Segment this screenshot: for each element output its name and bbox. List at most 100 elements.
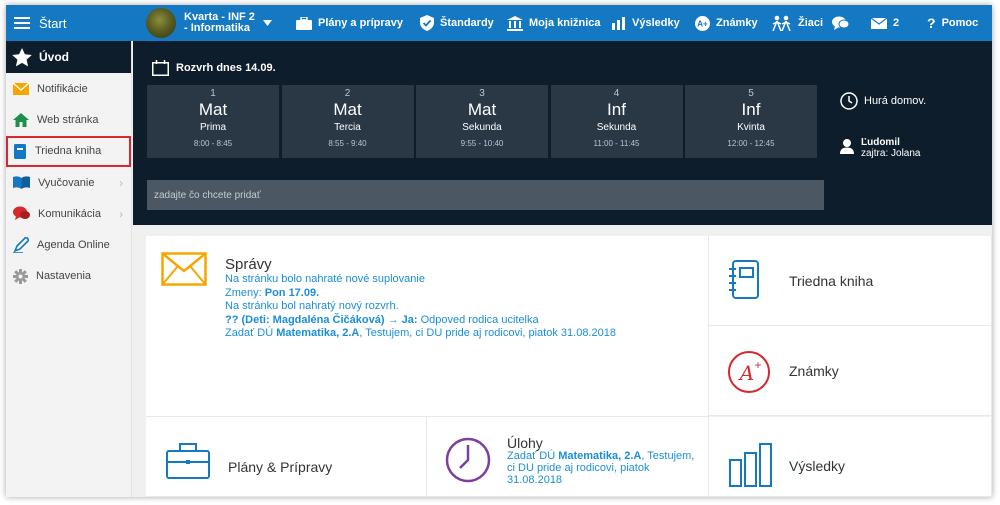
news-text: Zmeny: [225, 286, 265, 299]
plany-card[interactable]: Plány & Prípravy [146, 417, 427, 497]
sidebar-item-triedna-kniha[interactable]: Triedna kniha [6, 135, 131, 167]
star-icon [12, 47, 32, 66]
period-time: 8:00 - 8:45 [193, 139, 233, 148]
nav-kniznica[interactable]: Moja knižnica [507, 5, 601, 41]
help-label: Pomoc [941, 17, 979, 29]
quick-add-input[interactable] [147, 180, 824, 210]
bar-chart-icon [612, 16, 625, 30]
notebook-icon [729, 260, 759, 299]
news-title: Správy [225, 256, 272, 273]
sidebar-item-label: Vyučovanie [38, 176, 95, 189]
period-class: Sekunda [462, 122, 502, 133]
period-subject: Inf [607, 100, 626, 119]
teacher-name: Ľudomil [861, 137, 900, 148]
ulohy-card[interactable]: Úlohy Zadať DÚ Matematika, 2.A, Testujem… [427, 417, 709, 497]
school-logo [146, 8, 176, 38]
news-line[interactable]: Na stránku bol nahratý nový rozvrh. [225, 300, 616, 314]
news-bold-text: ?? (Deti: Magdaléna Čičáková) → Ja: [225, 313, 418, 326]
period-time: 8:55 - 9:40 [328, 139, 367, 148]
nav-ziaci-label: Žiaci [798, 17, 824, 29]
schedule-title: Rozvrh dnes 14.09. [152, 60, 276, 76]
library-icon [507, 15, 523, 31]
school-selector[interactable]: Kvarta - INF 2 - Informatika [146, 5, 272, 41]
mail-icon [871, 17, 887, 29]
briefcase-icon [296, 16, 312, 30]
sidebar-item-nastavenia[interactable]: Nastavenia [6, 261, 131, 292]
school-subject-label: - Informatika [184, 22, 251, 34]
grade-icon: A+ [728, 351, 770, 393]
sidebar-item-label: Nastavenia [36, 270, 92, 283]
period-tile[interactable]: 4 Inf Sekunda 11:00 - 11:45 [550, 85, 683, 158]
mail-button[interactable]: 2 [871, 5, 899, 41]
period-number: 1 [210, 88, 216, 99]
home-time-status: Hurá domov. [840, 92, 926, 110]
nav-plany-label: Plány a prípravy [318, 17, 403, 29]
sidebar-item-komunikacia[interactable]: Komunikácia › [6, 198, 131, 229]
nav-znamky[interactable]: A+ Známky [695, 5, 758, 41]
period-tile[interactable]: 5 Inf Kvinta 12:00 - 12:45 [685, 85, 817, 158]
sidebar-item-vyucovanie[interactable]: Vyučovanie › [6, 167, 131, 198]
clock-icon [840, 92, 858, 110]
news-line[interactable]: Zmeny: Pon 17.09. [225, 287, 616, 301]
svg-text:+: + [754, 358, 761, 372]
sidebar-item-label: Komunikácia [38, 207, 101, 220]
sidebar-item-uvod[interactable]: Úvod [6, 41, 131, 73]
news-content: Správy Na stránku bolo nahraté nové supl… [225, 257, 616, 341]
top-bar: Štart Kvarta - INF 2 - Informatika Plány… [6, 5, 992, 41]
nav-standardy[interactable]: Štandardy [420, 5, 494, 41]
znamky-card[interactable]: A + Známky [709, 326, 992, 416]
book-icon [13, 176, 30, 190]
period-tile[interactable]: 1 Mat Prima 8:00 - 8:45 [147, 85, 279, 158]
nav-vysledky-label: Výsledky [632, 17, 680, 29]
start-menu-button[interactable]: Štart [14, 5, 66, 41]
sidebar-item-label: Notifikácie [37, 82, 88, 95]
nav-vysledky[interactable]: Výsledky [612, 5, 680, 41]
period-number: 5 [748, 88, 754, 99]
nav-kniznica-label: Moja knižnica [529, 17, 601, 29]
grade-icon: A+ [695, 15, 710, 31]
caret-down-icon [262, 20, 272, 26]
chat-icon [832, 16, 850, 30]
nav-ziaci[interactable]: Žiaci [772, 5, 823, 41]
news-line[interactable]: Zadať DÚ Matematika, 2.A, Testujem, ci D… [225, 327, 616, 341]
period-subject: Mat [198, 100, 228, 119]
period-tile[interactable]: 3 Mat Sekunda 9:55 - 10:40 [416, 85, 548, 158]
chat-button[interactable] [832, 5, 850, 41]
chevron-right-icon: › [119, 175, 123, 190]
sidebar-item-label: Agenda Online [37, 239, 110, 252]
vysledky-card[interactable]: Výsledky [709, 417, 992, 497]
period-class: Sekunda [596, 122, 637, 133]
hamburger-icon [14, 17, 30, 29]
news-line[interactable]: ?? (Deti: Magdaléna Čičáková) → Ja: Odpo… [225, 314, 616, 328]
news-line[interactable]: Na stránku bolo nahraté nové suplovanie [225, 273, 616, 287]
chevron-right-icon: › [119, 206, 123, 221]
news-card[interactable]: Správy Na stránku bolo nahraté nové supl… [146, 236, 709, 417]
period-time: 9:55 - 10:40 [460, 139, 504, 148]
triedna-kniha-card[interactable]: Triedna kniha [709, 236, 992, 326]
news-bold-text: Pon 17.09. [264, 286, 320, 299]
help-icon: ? [927, 15, 936, 31]
sidebar-item-notifikacie[interactable]: Notifikácie [6, 73, 131, 104]
nav-plany[interactable]: Plány a prípravy [296, 5, 403, 41]
home-time-text: Hurá domov. [864, 95, 927, 107]
notebook-icon [14, 143, 26, 159]
help-button[interactable]: ? Pomoc [927, 5, 978, 41]
home-icon [13, 112, 29, 127]
sidebar-item-web-stranka[interactable]: Web stránka [6, 104, 131, 135]
period-tile[interactable]: 2 Mat Tercia 8:55 - 9:40 [281, 85, 414, 158]
news-text: Zadať DÚ [225, 327, 277, 339]
period-subject: Inf [741, 100, 761, 119]
svg-text:A: A [738, 361, 754, 385]
period-time: 11:00 - 11:45 [593, 139, 640, 148]
sidebar-item-label: Triedna kniha [35, 145, 102, 158]
znamky-label: Známky [789, 363, 839, 379]
clock-icon [445, 437, 491, 483]
ulohy-line[interactable]: Zadať DÚ Matematika, 2.A, Testujem, ci D… [507, 450, 697, 486]
calendar-icon [152, 60, 169, 76]
briefcase-icon [166, 443, 210, 479]
schedule-panel: Rozvrh dnes 14.09. 1 Mat Prima 8:00 - 8:… [133, 41, 992, 225]
gear-icon [13, 268, 28, 284]
sidebar-item-agenda-online[interactable]: Agenda Online [6, 229, 131, 260]
shield-check-icon [420, 15, 434, 31]
nav-znamky-label: Známky [716, 17, 758, 29]
